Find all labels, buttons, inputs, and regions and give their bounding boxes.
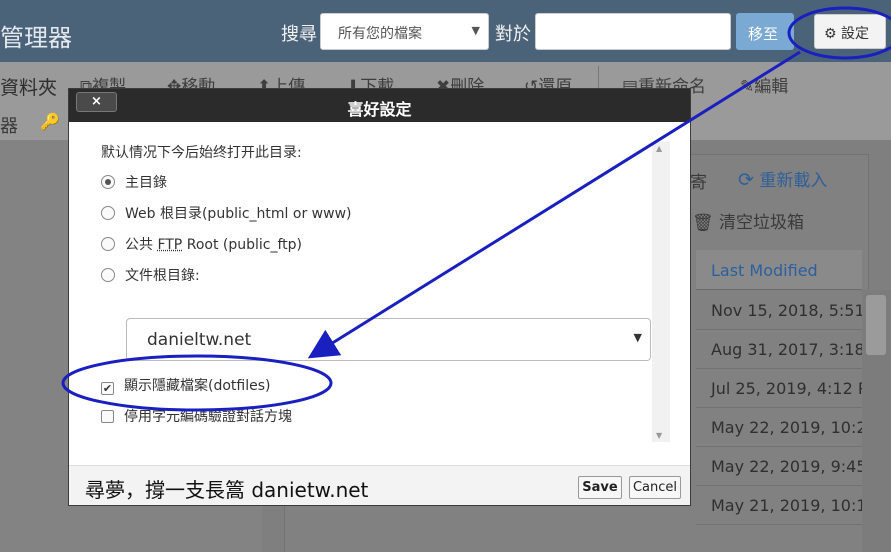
- radio-button[interactable]: [101, 206, 115, 220]
- table-row[interactable]: May 21, 2019, 10:13: [696, 486, 862, 525]
- app-title: 管理器: [0, 24, 72, 52]
- table-row[interactable]: Jul 25, 2019, 4:12 P: [696, 369, 862, 408]
- reload-label: 重新載入: [759, 171, 828, 191]
- option-label: 主目錄: [125, 175, 167, 191]
- default-directory-prompt: 默认情况下今后始终打开此目录:: [101, 145, 302, 161]
- partial-label: 寄: [690, 173, 707, 193]
- option-label-suffix: Root (public_ftp): [182, 237, 302, 253]
- radio-button[interactable]: [101, 237, 115, 251]
- folder-button[interactable]: 資料夾: [0, 73, 57, 100]
- trash-icon: 🗑: [692, 213, 714, 233]
- cancel-button[interactable]: Cancel: [629, 476, 681, 499]
- option-document-root[interactable]: 文件根目錄:: [101, 265, 200, 285]
- dialog-footer: 尋夢，撐一支長篙 danietw.net Save Cancel: [69, 465, 690, 505]
- empty-trash-label: 清空垃圾箱: [719, 213, 804, 233]
- column-header-last-modified[interactable]: Last Modified: [696, 250, 862, 290]
- option-web-root[interactable]: Web 根目录(public_html or www): [101, 203, 351, 223]
- option-public-ftp[interactable]: 公共 FTP Root (public_ftp): [101, 234, 302, 254]
- toolbar-sub-label: 器: [0, 116, 18, 137]
- table-row[interactable]: Aug 31, 2017, 3:18: [696, 330, 862, 369]
- table-row[interactable]: May 22, 2019, 10:28: [696, 408, 862, 447]
- save-button[interactable]: Save: [578, 476, 622, 499]
- ftp-abbreviation: FTP: [157, 237, 183, 253]
- dialog-title: 喜好設定: [347, 100, 412, 119]
- watermark-text: 尋夢，撐一支長篙 danietw.net: [85, 478, 369, 502]
- dialog-body: 默认情况下今后始终打开此目录: 主目錄 Web 根目录(public_html …: [69, 122, 690, 462]
- show-hidden-files-option[interactable]: ✔ 顯示隱藏檔案(dotfiles): [101, 375, 270, 395]
- disable-encoding-checkbox[interactable]: [101, 410, 114, 423]
- disable-encoding-option[interactable]: 停用字元編碼驗證對話方塊: [101, 406, 292, 426]
- search-scope-value: 所有您的檔案: [338, 26, 422, 42]
- option-label: 文件根目錄:: [125, 268, 200, 284]
- row-date: Aug 31, 2017, 3:18: [711, 340, 862, 359]
- reload-icon: ⟳: [738, 169, 754, 191]
- settings-button[interactable]: ⚙ 設定: [814, 14, 886, 49]
- scroll-down-icon[interactable]: ▼: [656, 431, 662, 440]
- edit-button[interactable]: ✎編輯: [740, 72, 788, 97]
- top-header-bar: 管理器 搜尋 所有您的檔案 ▼ 對於 移至 ⚙ 設定: [0, 0, 891, 62]
- settings-label: 設定: [841, 26, 870, 42]
- show-hidden-label: 顯示隱藏檔案(dotfiles): [124, 378, 271, 394]
- search-scope-select[interactable]: 所有您的檔案 ▼: [320, 13, 489, 50]
- document-root-select[interactable]: danieltw.net ▼: [126, 318, 651, 361]
- chevron-down-icon: ▼: [633, 331, 642, 344]
- disable-encoding-label: 停用字元編碼驗證對話方塊: [124, 409, 292, 425]
- edit-label: 編輯: [754, 77, 789, 97]
- document-root-value: danieltw.net: [147, 330, 252, 350]
- table-row[interactable]: Nov 15, 2018, 5:51: [696, 291, 862, 330]
- dialog-scrollbar[interactable]: ▲ ▼: [652, 142, 670, 442]
- row-date: Jul 25, 2019, 4:12 P: [711, 379, 862, 398]
- show-hidden-checkbox[interactable]: ✔: [101, 382, 114, 395]
- option-home-directory[interactable]: 主目錄: [101, 172, 167, 192]
- key-icon: 🔑: [40, 112, 60, 131]
- search-for-label: 對於: [495, 24, 531, 45]
- scrollbar-thumb[interactable]: [866, 295, 886, 355]
- radio-button[interactable]: [101, 175, 115, 189]
- row-date: May 22, 2019, 10:28: [711, 418, 862, 437]
- search-input[interactable]: [535, 13, 731, 50]
- table-row[interactable]: May 22, 2019, 9:45: [696, 447, 862, 486]
- option-label: Web 根目录(public_html or www): [125, 206, 352, 222]
- empty-trash-button[interactable]: 🗑 清空垃圾箱: [692, 208, 804, 233]
- radio-button[interactable]: [101, 268, 115, 282]
- go-button[interactable]: 移至: [736, 13, 794, 50]
- scroll-up-icon[interactable]: ▲: [656, 144, 662, 153]
- edit-icon: ✎: [740, 77, 755, 97]
- reload-button[interactable]: ⟳ 重新載入: [738, 166, 827, 191]
- preferences-dialog: × 喜好設定 默认情况下今后始终打开此目录: 主目錄 Web 根目录(publi…: [68, 88, 691, 506]
- row-date: Nov 15, 2018, 5:51: [711, 301, 862, 320]
- column-header-label: Last Modified: [711, 261, 818, 280]
- chevron-down-icon: ▼: [471, 24, 480, 37]
- search-label: 搜尋: [281, 24, 317, 45]
- dialog-header: × 喜好設定: [69, 89, 690, 122]
- option-label-prefix: 公共: [125, 237, 158, 253]
- gear-icon: ⚙: [824, 26, 837, 42]
- row-date: May 21, 2019, 10:13: [711, 496, 862, 515]
- row-date: May 22, 2019, 9:45: [711, 457, 862, 476]
